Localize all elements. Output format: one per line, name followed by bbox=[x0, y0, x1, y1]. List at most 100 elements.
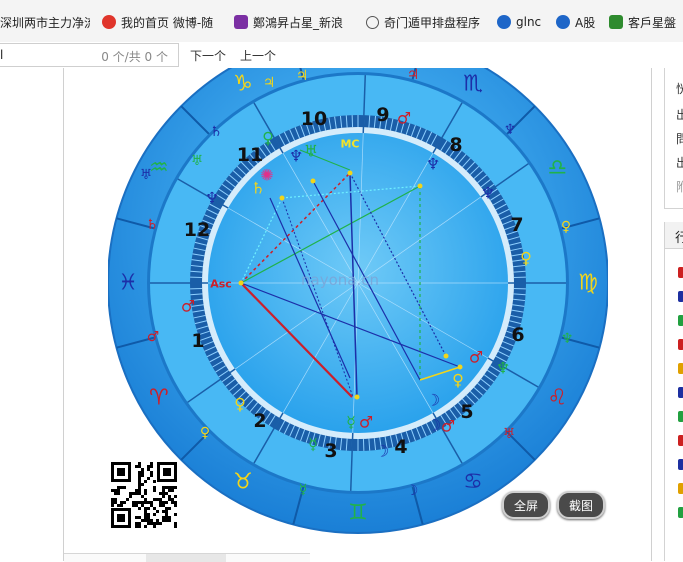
planet-icon: ♃ bbox=[296, 68, 309, 84]
qr-module bbox=[129, 492, 132, 495]
qr-module bbox=[147, 468, 150, 471]
qr-module bbox=[138, 474, 141, 477]
find-prev-button[interactable]: 上一个 bbox=[240, 47, 276, 64]
qr-module bbox=[168, 519, 171, 522]
qr-module bbox=[138, 492, 141, 495]
aspect-marker bbox=[678, 315, 683, 326]
qr-module bbox=[174, 486, 177, 489]
bookmark-label: 客戶星盤 bbox=[628, 14, 676, 31]
qr-module bbox=[114, 501, 117, 504]
qr-module bbox=[111, 489, 114, 492]
planet-icon: ♀ bbox=[234, 395, 246, 414]
find-input[interactable]: l 0 个/共 0 个 bbox=[0, 43, 179, 67]
aspect-marker bbox=[678, 459, 683, 470]
bookmark-item[interactable]: 鄭鴻昇占星_新浪 bbox=[234, 13, 354, 31]
screenshot-button[interactable]: 截图 bbox=[557, 491, 605, 519]
qr-module bbox=[138, 501, 141, 504]
planet-icon: ☽ bbox=[406, 483, 419, 499]
qr-module bbox=[153, 480, 156, 483]
qr-code-image bbox=[110, 461, 178, 529]
qr-module bbox=[159, 492, 162, 495]
qr-module bbox=[168, 507, 171, 510]
planet-icon: ♄ bbox=[146, 217, 159, 233]
bookmark-label: A股 bbox=[575, 14, 595, 31]
qr-module bbox=[171, 489, 174, 492]
qr-module bbox=[138, 507, 141, 510]
qr-finder-core bbox=[163, 468, 171, 476]
qr-module bbox=[162, 516, 165, 519]
planet-icon: ♆ bbox=[481, 184, 495, 203]
qr-module bbox=[144, 498, 147, 501]
qr-finder-core bbox=[117, 468, 125, 476]
planet-icon: ♂ bbox=[359, 413, 373, 432]
content-divider bbox=[63, 68, 64, 561]
aspect-marker bbox=[678, 483, 683, 494]
qr-module bbox=[174, 501, 177, 504]
qr-module bbox=[150, 462, 153, 465]
qr-module bbox=[147, 477, 150, 480]
zodiac-sign-icon: ♓ bbox=[118, 271, 138, 296]
qr-module bbox=[138, 480, 141, 483]
planet-icon: ♀ bbox=[452, 371, 464, 390]
qr-module bbox=[132, 501, 135, 504]
qr-module bbox=[153, 507, 156, 510]
fullscreen-button[interactable]: 全屏 bbox=[502, 491, 550, 519]
qr-module bbox=[144, 492, 147, 495]
qr-module bbox=[150, 474, 153, 477]
qr-module bbox=[141, 474, 144, 477]
aspect-point bbox=[444, 354, 449, 359]
bookmark-item[interactable]: 奇门遁甲排盘程序 bbox=[366, 13, 484, 31]
qr-module bbox=[162, 489, 165, 492]
qr-module bbox=[129, 495, 132, 498]
blog-icon bbox=[234, 15, 248, 29]
planet-icon: ♀ bbox=[561, 219, 571, 235]
planet-icon: ♅ bbox=[503, 426, 516, 442]
qr-module bbox=[165, 501, 168, 504]
bookmark-item[interactable]: 客戶星盤 bbox=[609, 13, 683, 31]
qr-module bbox=[165, 510, 168, 513]
qr-module bbox=[144, 525, 147, 528]
planet-icon: ♀ bbox=[200, 425, 210, 441]
side-text: 問 bbox=[676, 130, 683, 147]
planet-icon: ♃ bbox=[407, 68, 420, 83]
aspect-marker bbox=[678, 291, 683, 302]
planet-icon: ♆ bbox=[496, 359, 510, 378]
aspect-panel-header: 行 bbox=[665, 222, 683, 249]
bookmark-item[interactable]: glnc bbox=[497, 13, 549, 31]
planet-icon: ♅ bbox=[191, 153, 204, 169]
qr-module bbox=[111, 501, 114, 504]
bookmark-item[interactable]: 我的首页 微博-随 bbox=[102, 13, 226, 31]
qr-module bbox=[138, 465, 141, 468]
weibo-icon bbox=[102, 15, 116, 29]
qr-module bbox=[132, 492, 135, 495]
aspect-marker bbox=[678, 363, 683, 374]
qr-module bbox=[144, 501, 147, 504]
planet-icon: ✺ bbox=[260, 166, 273, 185]
qr-module bbox=[117, 486, 120, 489]
side-panel: 恍 出 問 出 附 bbox=[664, 68, 683, 209]
planet-icon: ♀ bbox=[262, 129, 274, 148]
aspect-point bbox=[458, 365, 463, 370]
qr-module bbox=[141, 471, 144, 474]
qr-module bbox=[147, 501, 150, 504]
house-number: 5 bbox=[460, 401, 473, 423]
qr-module bbox=[168, 516, 171, 519]
bookmark-item[interactable]: 深圳两市主力净流 bbox=[0, 13, 90, 31]
qr-module bbox=[120, 501, 123, 504]
side-text: 恍 bbox=[676, 80, 683, 97]
house-number: 3 bbox=[324, 440, 337, 462]
qr-module bbox=[168, 486, 171, 489]
bookmark-label: 我的首页 微博-随 bbox=[121, 14, 213, 31]
astrology-chart: 123456789101112♈♉♊♋♌♍♎♏♐♑♒♓♄♅♅♄♃♃♃♆♀♆♅☽☿… bbox=[108, 68, 608, 538]
planet-icon: ♅ bbox=[304, 142, 318, 161]
qr-module bbox=[114, 498, 117, 501]
planet-icon: ☿ bbox=[299, 482, 308, 498]
qr-module bbox=[171, 498, 174, 501]
side-text: 出 bbox=[676, 154, 683, 171]
zodiac-sign-icon: ♏ bbox=[463, 71, 483, 96]
qr-module bbox=[120, 504, 123, 507]
find-next-button[interactable]: 下一个 bbox=[190, 47, 226, 64]
qr-module bbox=[114, 489, 117, 492]
bookmark-label: 深圳两市主力净流 bbox=[0, 14, 90, 31]
bookmark-item[interactable]: A股 bbox=[556, 13, 602, 31]
